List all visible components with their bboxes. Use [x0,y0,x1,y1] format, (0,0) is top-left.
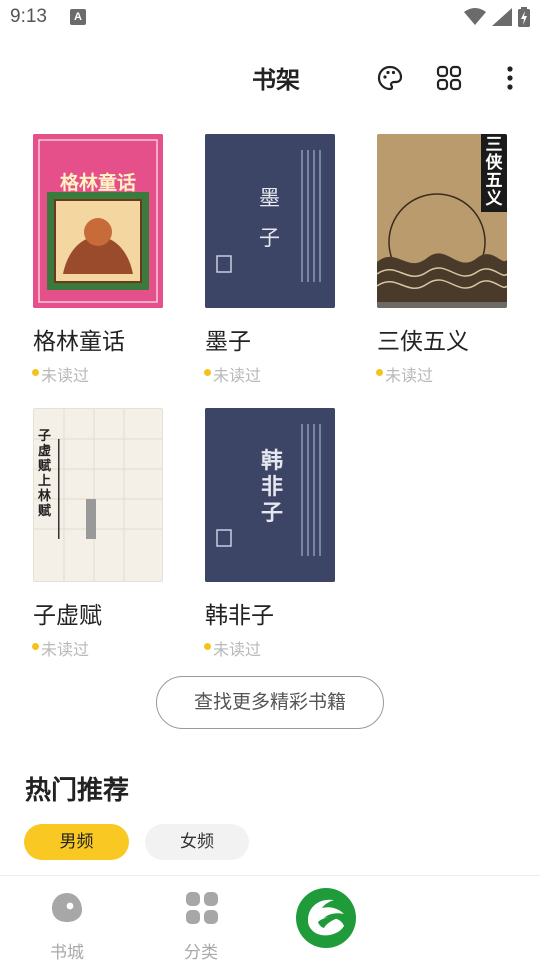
book-cover[interactable]: 格林童话 [33,134,163,308]
more-vert-icon[interactable] [494,62,526,94]
hot-section-title: 热门推荐 [25,776,130,806]
unread-dot [32,369,39,376]
nav-item-store[interactable]: 书城 [32,888,102,960]
book-title: 墨子 [205,329,251,355]
store-icon [52,893,82,922]
nav-label: 分类 [184,943,218,960]
book-cover[interactable]: 子虚赋 上林赋 [33,408,163,582]
unread-dot [32,643,39,650]
battery-charging-icon [518,7,530,27]
book-status: 未读过 [213,366,262,385]
book-title: 格林童话 [33,329,125,355]
unread-dot [204,643,211,650]
top-bar: 书架 [0,50,540,106]
book-status: 未读过 [213,640,262,659]
palette-icon[interactable] [374,62,406,94]
status-bar: 9:13 A [0,0,540,36]
nav-item-category[interactable]: 分类 [166,888,236,960]
wifi-icon [464,8,486,25]
grid-icon[interactable] [433,62,465,94]
book-cover[interactable]: 墨 子 [205,134,335,308]
book-cover-title: 墨 子 [259,186,280,250]
status-time: 9:13 [10,6,47,27]
book-cover-title: 子虚赋 上林赋 [38,429,52,519]
book-cover-title: 韩非子 [261,448,284,526]
bottom-nav: 书城 分类 [0,875,540,960]
tab-female[interactable]: 女频 [145,824,249,860]
a-letter-icon: A [70,9,86,25]
book-cover[interactable]: 韩非子 [205,408,335,582]
unread-dot [204,369,211,376]
book-cover[interactable]: 三侠五义 [377,134,507,308]
app-logo-button[interactable] [294,886,358,950]
book-status: 未读过 [385,366,434,385]
signal-icon [492,8,512,26]
tab-male[interactable]: 男频 [24,824,129,860]
book-title: 韩非子 [205,603,274,629]
book-cover-title: 格林童话 [59,172,136,194]
nav-label: 书城 [50,943,84,960]
book-status: 未读过 [41,640,90,659]
book-cover-title: 三侠五义 [485,135,503,209]
app-logo-icon [296,888,356,948]
unread-dot [376,369,383,376]
category-icon [186,892,218,924]
book-title: 子虚赋 [33,603,102,629]
book-title: 三侠五义 [377,329,469,355]
book-status: 未读过 [41,366,90,385]
find-more-button[interactable]: 查找更多精彩书籍 [156,676,384,729]
status-icons [464,6,530,28]
